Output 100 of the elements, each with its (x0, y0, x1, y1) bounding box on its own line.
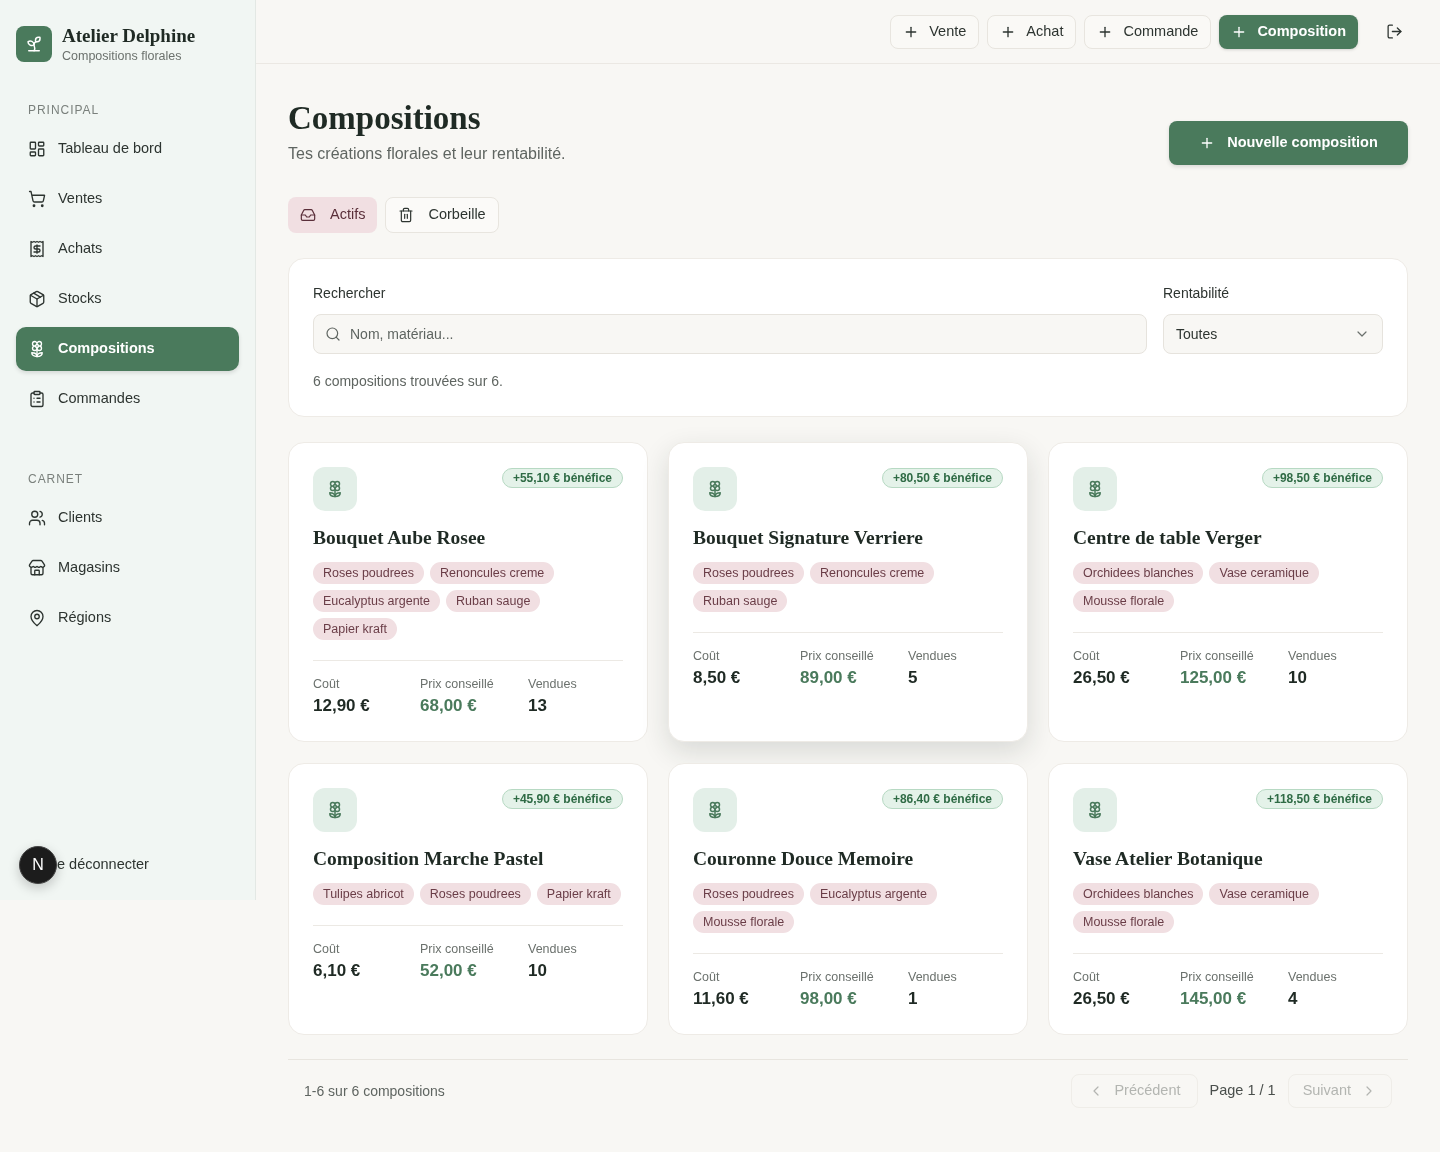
stat-label: Coût (1073, 969, 1101, 986)
logout-icon (1385, 23, 1403, 40)
stat-label: Vendues (528, 676, 578, 693)
flower-icon (313, 467, 357, 511)
cart-icon (28, 190, 46, 208)
filter-tab[interactable]: Actifs (288, 197, 378, 233)
search-field[interactable]: Nom, matériau... (313, 314, 1147, 354)
stat-label: Vendues (1288, 648, 1338, 665)
nav-item[interactable]: Ventes (16, 177, 239, 221)
logout-button[interactable] (1384, 21, 1404, 42)
profit-badge: +86,40 € bénéfice (881, 789, 1003, 809)
stat-label: Prix conseillé (1180, 969, 1255, 986)
page-subtitle: Tes créations florales et leur rentabilité. (288, 144, 566, 164)
stat-value: 10 (1288, 667, 1308, 689)
nav-item[interactable]: Compositions (16, 327, 239, 371)
material-tag: Eucalyptus argente (810, 883, 938, 905)
stat-value: 26,50 € (1073, 988, 1131, 1010)
profit-badge: +45,90 € bénéfice (501, 789, 623, 809)
material-tag: Tulipes abricot (313, 883, 414, 905)
brand-tagline: Compositions florales (62, 48, 183, 64)
stat-value: 10 (528, 960, 548, 982)
flower-icon (28, 340, 46, 358)
stat-value: 13 (528, 695, 548, 717)
composition-card[interactable]: +55,10 € bénéfice Bouquet Aube Rosee Roses poudrees Renoncules creme Eucalyptus argente Ruban sauge Papier kraft Coût 12,90 € Prix conseillé 68,00 € Vendues 13 (288, 442, 648, 742)
stat-label: Prix conseillé (420, 676, 495, 693)
stat-label: Prix conseillé (420, 941, 495, 958)
stat-value: 1 (908, 988, 919, 1010)
material-tag: Vase ceramique (1209, 562, 1319, 584)
material-tag: Roses poudrees (313, 562, 425, 584)
material-tag: Roses poudrees (693, 562, 805, 584)
stat-value: 125,00 € (1180, 667, 1248, 689)
brand-name: Atelier Delphine (62, 24, 196, 48)
nav-item[interactable]: Clients (16, 496, 239, 540)
composition-title: Bouquet Aube Rosee (313, 526, 487, 550)
profitability-select[interactable]: Toutes (1163, 314, 1383, 354)
profit-badge: +98,50 € bénéfice (1261, 468, 1383, 488)
store-icon (28, 559, 46, 577)
composition-title: Bouquet Signature Verriere (693, 526, 925, 550)
nav-item[interactable]: Stocks (16, 277, 239, 321)
stat-value: 68,00 € (420, 695, 478, 717)
material-tag: Ruban sauge (446, 590, 541, 612)
material-tag: Roses poudrees (419, 883, 531, 905)
material-tag: Eucalyptus argente (313, 590, 440, 612)
nav-item[interactable]: Magasins (16, 546, 239, 590)
page-title: Compositions (288, 99, 482, 138)
dev-badge[interactable]: N (19, 846, 57, 884)
nav-item[interactable]: Achats (16, 227, 239, 271)
stat-label: Coût (693, 648, 721, 665)
stat-value: 52,00 € (420, 960, 478, 982)
sprout-icon (16, 26, 52, 62)
stat-label: Vendues (908, 648, 958, 665)
stat-label: Coût (693, 969, 721, 986)
nav-item[interactable]: Régions (16, 596, 239, 640)
stat-value: 8,50 € (693, 667, 742, 689)
material-tag: Mousse florale (693, 911, 795, 933)
nav-item[interactable]: Tableau de bord (16, 127, 239, 171)
result-count: 6 compositions trouvées sur 6. (313, 372, 504, 390)
material-tag: Vase ceramique (1209, 883, 1319, 905)
material-tag: Renoncules creme (810, 562, 935, 584)
composition-card[interactable]: +80,50 € bénéfice Bouquet Signature Verriere Roses poudrees Renoncules creme Ruban sauge Coût 8,50 € Prix conseillé 89,00 € Vendues 5 (668, 442, 1028, 742)
users-icon (28, 509, 46, 527)
sign-out-link[interactable]: e déconnecter (57, 854, 149, 876)
add-action-button[interactable]: Vente (890, 14, 980, 49)
new-composition-button[interactable]: Nouvelle composition (1169, 121, 1408, 165)
add-action-button[interactable]: Composition (1219, 14, 1358, 49)
stat-value: 6,10 € (313, 960, 362, 982)
add-action-button[interactable]: Achat (987, 14, 1077, 49)
flower-icon (693, 467, 737, 511)
stat-label: Coût (313, 941, 341, 958)
stat-value: 4 (1288, 988, 1299, 1010)
material-tag: Ruban sauge (693, 590, 788, 612)
material-tag: Renoncules creme (430, 562, 555, 584)
composition-card[interactable]: +86,40 € bénéfice Couronne Douce Memoire Roses poudrees Eucalyptus argente Mousse florale Coût 11,60 € Prix conseillé 98,00 € Vendues 1 (668, 763, 1028, 1035)
material-tag: Mousse florale (1073, 911, 1175, 933)
clipboard-icon (28, 390, 46, 408)
section-label: PRINCIPAL (27, 102, 101, 118)
composition-card[interactable]: +98,50 € bénéfice Centre de table Verger Orchidees blanches Vase ceramique Mousse florale Coût 26,50 € Prix conseillé 125,00 € Vendues 10 (1048, 442, 1408, 742)
filter-tab[interactable]: Corbeille (385, 197, 499, 233)
stat-label: Prix conseillé (800, 648, 875, 665)
stat-label: Prix conseillé (800, 969, 875, 986)
stat-value: 5 (908, 667, 919, 689)
composition-card[interactable]: +45,90 € bénéfice Composition Marche Pastel Tulipes abricot Roses poudrees Papier kraft Coût 6,10 € Prix conseillé 52,00 € Vendues 10 (288, 763, 648, 1035)
composition-card[interactable]: +118,50 € bénéfice Vase Atelier Botanique Orchidees blanches Vase ceramique Mousse florale Coût 26,50 € Prix conseillé 145,00 € Vendues 4 (1048, 763, 1408, 1035)
stat-value: 145,00 € (1180, 988, 1248, 1010)
stat-label: Coût (313, 676, 341, 693)
trash-icon (398, 207, 415, 223)
flower-icon (1073, 467, 1117, 511)
stat-value: 26,50 € (1073, 667, 1131, 689)
flower-icon (1073, 788, 1117, 832)
flower-icon (693, 788, 737, 832)
stat-value: 11,60 € (693, 988, 750, 1010)
stat-label: Coût (1073, 648, 1101, 665)
composition-title: Centre de table Verger (1073, 526, 1263, 550)
add-action-button[interactable]: Commande (1084, 14, 1212, 49)
stat-value: 98,00 € (800, 988, 858, 1010)
page-indicator: Page 1 / 1 (1209, 1081, 1276, 1101)
composition-title: Composition Marche Pastel (313, 847, 545, 871)
material-tag: Papier kraft (536, 883, 621, 905)
nav-item[interactable]: Commandes (16, 377, 239, 421)
pagination-summary: 1-6 sur 6 compositions (304, 1081, 445, 1101)
